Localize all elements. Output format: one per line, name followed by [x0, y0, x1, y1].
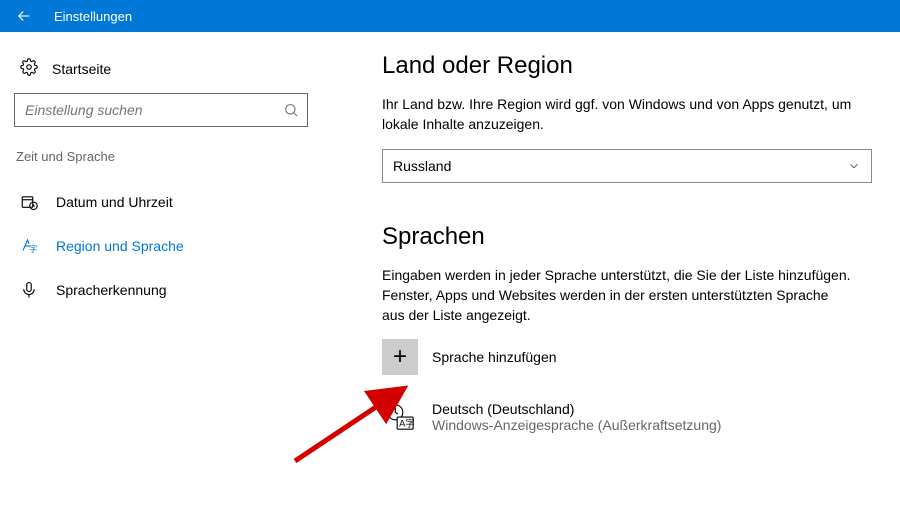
- nav-item-datetime[interactable]: Datum und Uhrzeit: [14, 180, 308, 224]
- category-label: Zeit und Sprache: [16, 149, 308, 164]
- add-language-label: Sprache hinzufügen: [432, 349, 557, 365]
- home-link[interactable]: Startseite: [14, 50, 308, 93]
- search-icon: [283, 102, 299, 118]
- microphone-icon: [20, 281, 38, 299]
- arrow-left-icon: [15, 7, 33, 25]
- home-label: Startseite: [52, 61, 111, 77]
- nav-label: Datum und Uhrzeit: [56, 194, 173, 210]
- country-dropdown[interactable]: Russland: [382, 149, 872, 183]
- calendar-clock-icon: [20, 193, 38, 211]
- region-desc: Ihr Land bzw. Ihre Region wird ggf. von …: [382, 94, 852, 135]
- add-language-button[interactable]: + Sprache hinzufügen: [382, 339, 876, 375]
- nav-label: Spracherkennung: [56, 282, 167, 298]
- language-subtitle: Windows-Anzeigesprache (Außerkraftsetzun…: [432, 417, 721, 433]
- region-heading: Land oder Region: [382, 52, 876, 80]
- search-box[interactable]: [14, 93, 308, 127]
- svg-text:A字: A字: [399, 418, 415, 429]
- titlebar: Einstellungen: [0, 0, 900, 32]
- plus-icon: +: [382, 339, 418, 375]
- languages-heading: Sprachen: [382, 223, 876, 251]
- search-input[interactable]: [25, 102, 283, 118]
- languages-desc: Eingaben werden in jeder Sprache unterst…: [382, 265, 852, 326]
- language-item[interactable]: A字 Deutsch (Deutschland) Windows-Anzeige…: [382, 399, 876, 435]
- back-button[interactable]: [0, 0, 48, 32]
- sidebar: Startseite Zeit und Sprache Datum und Uh…: [0, 32, 322, 511]
- nav-label: Region und Sprache: [56, 238, 184, 254]
- nav-item-region-language[interactable]: 字 Region und Sprache: [14, 224, 308, 268]
- window-title: Einstellungen: [54, 9, 132, 24]
- language-icon: 字: [20, 237, 38, 255]
- gear-icon: [20, 58, 38, 79]
- chevron-down-icon: [847, 159, 861, 173]
- svg-text:字: 字: [29, 244, 37, 254]
- nav-item-speech[interactable]: Spracherkennung: [14, 268, 308, 312]
- country-selected: Russland: [393, 158, 451, 174]
- display-language-icon: A字: [382, 399, 418, 435]
- main-panel: Land oder Region Ihr Land bzw. Ihre Regi…: [322, 32, 900, 511]
- language-name: Deutsch (Deutschland): [432, 401, 721, 417]
- language-text: Deutsch (Deutschland) Windows-Anzeigespr…: [432, 401, 721, 433]
